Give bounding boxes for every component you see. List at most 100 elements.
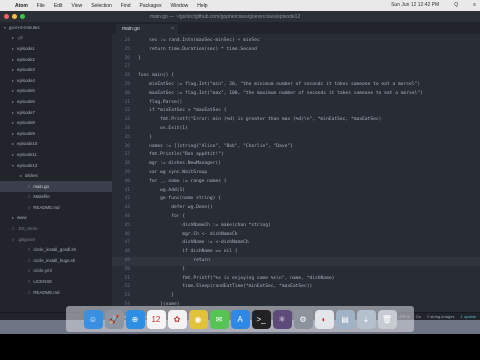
sidebar-item[interactable]: ≡ main.go — [0, 180, 112, 192]
sidebar-item[interactable]: ▸ episode4 — [0, 75, 112, 86]
sidebar-item[interactable]: ▸ episode6 — [0, 96, 112, 107]
sidebar-item[interactable]: ▸ episode3 — [0, 64, 112, 75]
menu-item-edit[interactable]: Edit — [54, 3, 63, 9]
menu-item-atom[interactable]: Atom — [15, 3, 28, 9]
sidebar-item[interactable]: ▸ episode9 — [0, 128, 112, 139]
update-badge[interactable]: 1 update — [460, 314, 476, 319]
code-line[interactable]: 48 if dishName == nil { — [112, 248, 480, 257]
code-line[interactable]: 43 defer wg.Done() — [112, 204, 480, 213]
calendar-dock-icon[interactable]: 12 — [146, 309, 166, 329]
code-line[interactable]: 25 return time.Duration(sec) * time.Seco… — [112, 46, 480, 55]
app-store-dock-icon[interactable]: A — [230, 309, 250, 329]
code-text: maxEatSec := flag.Int("max", 100, "the m… — [138, 90, 423, 96]
code-line[interactable]: 30 maxEatSec := flag.Int("max", 100, "th… — [112, 90, 480, 99]
launchpad-dock-icon[interactable]: 🚀 — [104, 309, 124, 329]
code-line[interactable]: 47 dishName := <-dishNameCh — [112, 239, 480, 248]
code-line[interactable]: 37 fmt.Println("Bon appétit!") — [112, 151, 480, 160]
spotlight-icon[interactable]: Q — [454, 2, 458, 8]
tab-main-go[interactable]: main.go × — [116, 24, 178, 34]
terminal-dock-icon[interactable]: >_ — [251, 309, 271, 329]
code-line[interactable]: 46 mgr.Ch <- dishNameCh — [112, 231, 480, 240]
line-number: 42 — [124, 196, 130, 202]
sidebar-item[interactable]: ≡ circle.yml — [0, 266, 112, 277]
zoom-window-button[interactable] — [20, 14, 25, 19]
code-text: mgr.Ch <- dishNameCh — [138, 231, 238, 237]
chrome-dock-icon[interactable]: ◉ — [188, 309, 208, 329]
hipchat-dock-icon[interactable]: ◐ — [314, 309, 334, 329]
menu-item-selection[interactable]: Selection — [91, 3, 112, 9]
menu-item-file[interactable]: File — [37, 3, 45, 9]
sidebar-item[interactable]: ▸ episode8 — [0, 117, 112, 128]
sidebar-item[interactable]: ▸ episode11 — [0, 149, 112, 160]
menu-item-view[interactable]: View — [71, 3, 82, 9]
code-line[interactable]: 51 fmt.Printf("%s is enjoying some %s\n"… — [112, 275, 480, 284]
sidebar-item[interactable]: ▸ dishes — [0, 170, 112, 181]
system-prefs-dock-icon[interactable]: ⚙ — [293, 309, 313, 329]
menu-item-help[interactable]: Help — [197, 3, 207, 9]
grammar[interactable]: Go — [416, 314, 421, 319]
sidebar-item[interactable]: ▸ episode10 — [0, 139, 112, 150]
code-line[interactable]: 44 for { — [112, 213, 480, 222]
code-line[interactable]: 41 wg.Add(1) — [112, 187, 480, 196]
atom-dock-icon[interactable]: ⚛ — [272, 309, 292, 329]
sidebar-item[interactable]: ▸ episode7 — [0, 107, 112, 118]
window-titlebar[interactable]: main.go — ~/go/src/github.com/gophercise… — [0, 11, 480, 22]
code-line[interactable]: 50 } — [112, 266, 480, 275]
downloads-dock-icon[interactable]: ⇣ — [356, 309, 376, 329]
code-line[interactable]: 45 dishNameCh := make(chan *string) — [112, 222, 480, 231]
sidebar-item-label: .DS_Store — [17, 226, 38, 232]
code-line[interactable]: 33 fmt.Printf("Error: min (%d) is greate… — [112, 116, 480, 125]
file-icon: ≡ — [28, 268, 31, 274]
code-line[interactable]: 52 time.Sleep(randEatTime(*minEatSec, *m… — [112, 283, 480, 292]
code-line[interactable]: 38 mgr := dishes.NewManager() — [112, 160, 480, 169]
menu-item-packages[interactable]: Packages — [140, 3, 162, 9]
sidebar-item[interactable]: ▸ episode5 — [0, 86, 112, 97]
notification-center-icon[interactable]: ≡ — [473, 2, 476, 8]
safari-dock-icon[interactable]: ⊕ — [125, 309, 145, 329]
close-window-button[interactable] — [4, 14, 9, 19]
sidebar-item[interactable]: ≡ .DS_Store — [0, 223, 112, 234]
sidebar-item[interactable]: ≡ README.md — [0, 202, 112, 213]
clock[interactable]: Sun Jun 12 12:42 PM — [391, 2, 439, 8]
code-line[interactable]: 34 os.Exit(1) — [112, 125, 480, 134]
sidebar-item[interactable]: ≡ Makefile — [0, 192, 112, 203]
code-line[interactable]: 53 } — [112, 292, 480, 301]
sidebar-item[interactable]: ≡ LICENSE — [0, 276, 112, 287]
code-line[interactable]: 35 } — [112, 134, 480, 143]
code-line[interactable]: 32 if *minEatSec > *maxEatSec { — [112, 107, 480, 116]
code-line[interactable]: 40 for _, name := range names { — [112, 178, 480, 187]
code-line[interactable]: 29 minEatSec := flag.Int("min", 20, "the… — [112, 81, 480, 90]
code-line[interactable]: 36 names := []string{"Alice", "Bob", "Ch… — [112, 143, 480, 152]
trash-dock-icon[interactable]: 🗑 — [377, 309, 397, 329]
menu-item-find[interactable]: Find — [121, 3, 131, 9]
code-line[interactable]: 31 flag.Parse() — [112, 99, 480, 108]
file-icon: ≡ — [12, 226, 15, 232]
sidebar-item[interactable]: ≡ circle_install_hugo.sh — [0, 255, 112, 266]
sidebar-item[interactable]: ≡ README.md — [0, 287, 112, 298]
git-branch[interactable]: ≡ string-images — [427, 314, 454, 319]
sidebar-item[interactable]: ▸ .git — [0, 33, 112, 44]
photos-dock-icon[interactable]: ✿ — [167, 309, 187, 329]
code-line[interactable]: 28 func main() { — [112, 72, 480, 81]
minimize-window-button[interactable] — [12, 14, 17, 19]
finder-dock-icon[interactable]: ☺ — [83, 309, 103, 329]
sidebar-item[interactable]: ▸ episode2 — [0, 54, 112, 65]
folder-dock-icon[interactable]: ▤ — [335, 309, 355, 329]
sidebar-item[interactable]: ≡ circle_install_gosdl.sh — [0, 244, 112, 255]
code-line[interactable]: 24 sec := rand.Intn(maxSec-minSec) + min… — [112, 37, 480, 46]
tree-view[interactable]: ▾ go-in-5-minutes ▸ .git ▸ episode1 ▸ episode2 ▸… — [0, 22, 112, 312]
code-editor[interactable]: 24 sec := rand.Intn(maxSec-minSec) + min… — [112, 34, 480, 312]
code-line[interactable]: 27 — [112, 63, 480, 72]
messages-dock-icon[interactable]: ✉ — [209, 309, 229, 329]
sidebar-item[interactable]: ▾ episode12 — [0, 160, 112, 171]
sidebar-item[interactable]: ≡ .gitignore — [0, 234, 112, 245]
sidebar-item[interactable]: ▸ episode1 — [0, 43, 112, 54]
code-line[interactable]: 26} — [112, 55, 480, 64]
code-line[interactable]: 42 go func(name string) { — [112, 195, 480, 204]
code-line[interactable]: 39 var wg sync.WaitGroup — [112, 169, 480, 178]
code-line[interactable]: 49 return — [112, 257, 480, 266]
sidebar-item[interactable]: ▾ go-in-5-minutes — [0, 22, 112, 33]
sidebar-item[interactable]: ▸ www — [0, 213, 112, 224]
close-tab-icon[interactable]: × — [171, 26, 174, 32]
menu-item-window[interactable]: Window — [171, 3, 189, 9]
